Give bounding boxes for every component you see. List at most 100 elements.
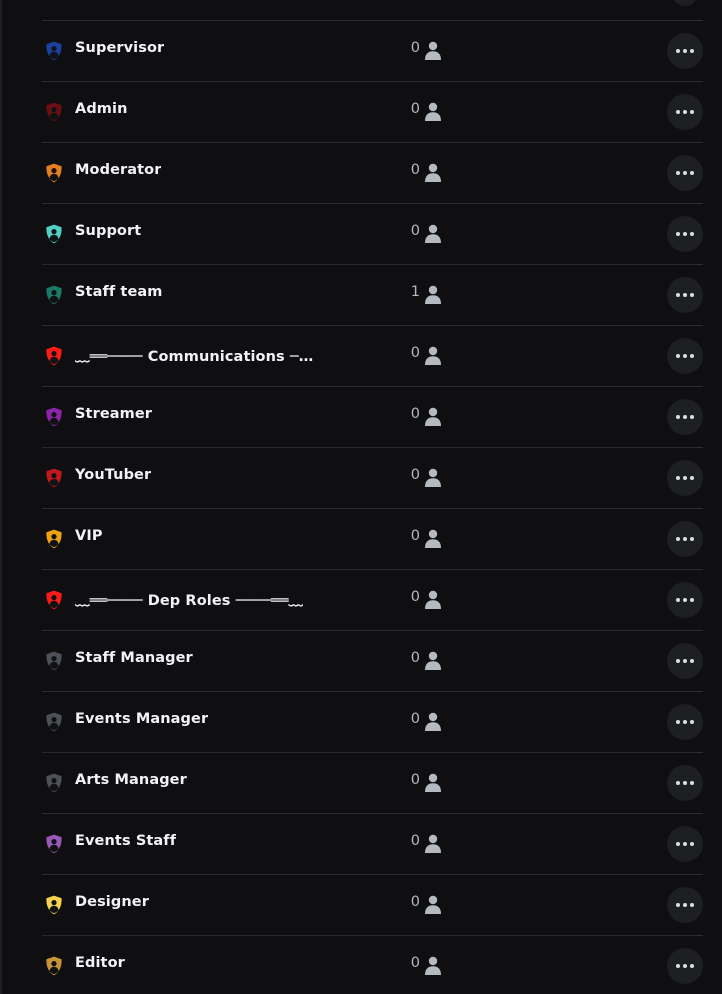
role-member-count: 0 [410, 162, 420, 178]
role-list: Supervisor 0 Admin 0 Moderator 0 Support… [0, 21, 722, 994]
shield-user-icon [46, 712, 62, 732]
shield-user-icon [46, 895, 62, 915]
role-more-options-button[interactable] [667, 826, 703, 862]
person-icon [425, 651, 441, 670]
ellipsis-icon [676, 49, 694, 53]
person-icon [425, 895, 441, 914]
role-row[interactable]: Streamer 0 [42, 387, 703, 448]
role-more-options-button[interactable] [667, 399, 703, 435]
role-name: ﹏══──── Dep Roles ────══﹏ [75, 593, 304, 609]
role-row[interactable]: VIP 0 [42, 509, 703, 570]
ellipsis-icon [676, 415, 694, 419]
role-name: Staff team [75, 284, 163, 300]
shield-user-icon [46, 956, 62, 976]
shield-user-icon [46, 41, 62, 61]
role-more-options-button[interactable] [667, 94, 703, 130]
role-more-options-button[interactable] [667, 582, 703, 618]
shield-user-icon [46, 651, 62, 671]
role-name: Supervisor [75, 40, 165, 56]
person-icon [425, 468, 441, 487]
role-name: Admin [75, 101, 128, 117]
role-row[interactable]: Staff team 1 [42, 265, 703, 326]
ellipsis-icon [676, 598, 694, 602]
role-name: Events Manager [75, 711, 209, 727]
role-name: Support [75, 223, 142, 239]
ellipsis-icon [676, 476, 694, 480]
role-more-options-button[interactable] [667, 33, 703, 69]
person-icon [425, 712, 441, 731]
ellipsis-icon [676, 171, 694, 175]
role-name: ﹏══──── Communications ────══﹏ [75, 349, 315, 365]
role-member-count: 0 [410, 40, 420, 56]
role-more-options-button[interactable] [667, 643, 703, 679]
role-row[interactable]: Events Staff 0 [42, 814, 703, 875]
shield-user-icon [46, 224, 62, 244]
role-row[interactable]: Supervisor 0 [42, 21, 703, 82]
role-more-options-button[interactable] [667, 277, 703, 313]
role-more-options-button[interactable] [667, 948, 703, 984]
role-member-count: 1 [410, 284, 420, 300]
role-more-options-button[interactable] [667, 765, 703, 801]
role-member-count: 0 [410, 955, 420, 971]
ellipsis-icon [676, 964, 694, 968]
role-row[interactable]: YouTuber 0 [42, 448, 703, 509]
person-icon [425, 224, 441, 243]
ellipsis-icon [676, 232, 694, 236]
role-name: Events Staff [75, 833, 177, 849]
person-icon [425, 956, 441, 975]
role-member-count: 0 [410, 223, 420, 239]
role-more-options-button[interactable] [667, 521, 703, 557]
ellipsis-icon [676, 903, 694, 907]
role-name: YouTuber [75, 467, 152, 483]
role-row[interactable]: Admin 0 [42, 82, 703, 143]
role-row[interactable]: Staff Manager 0 [42, 631, 703, 692]
person-icon [425, 529, 441, 548]
role-name: Streamer [75, 406, 153, 422]
role-more-options-button[interactable] [667, 704, 703, 740]
role-row[interactable]: ﹏══──── Dep Roles ────══﹏ 0 [42, 570, 703, 631]
role-row[interactable]: Moderator 0 [42, 143, 703, 204]
role-name: Editor [75, 955, 125, 971]
ellipsis-icon [676, 781, 694, 785]
shield-user-icon [46, 407, 62, 427]
role-row[interactable]: Events Manager 0 [42, 692, 703, 753]
role-member-count: 0 [410, 589, 420, 605]
roles-settings-panel: Supervisor 0 Admin 0 Moderator 0 Support… [0, 0, 722, 994]
role-name: Moderator [75, 162, 162, 178]
ellipsis-icon [676, 354, 694, 358]
shield-user-icon [46, 163, 62, 183]
role-more-options-button[interactable] [667, 155, 703, 191]
person-icon [425, 102, 441, 121]
shield-user-icon [46, 468, 62, 488]
role-more-options-button[interactable] [667, 460, 703, 496]
person-icon [425, 590, 441, 609]
person-icon [425, 41, 441, 60]
shield-user-icon [46, 102, 62, 122]
role-member-count: 0 [410, 833, 420, 849]
role-name: Arts Manager [75, 772, 187, 788]
shield-user-icon [46, 529, 62, 549]
role-row[interactable]: Editor 0 [42, 936, 703, 994]
previous-row-more-button-fragment[interactable] [672, 0, 698, 7]
role-more-options-button[interactable] [667, 887, 703, 923]
person-icon [425, 834, 441, 853]
person-icon [425, 773, 441, 792]
role-row[interactable]: Support 0 [42, 204, 703, 265]
role-more-options-button[interactable] [667, 338, 703, 374]
role-member-count: 0 [410, 528, 420, 544]
ellipsis-icon [676, 659, 694, 663]
role-row[interactable]: Arts Manager 0 [42, 753, 703, 814]
role-member-count: 0 [410, 650, 420, 666]
role-more-options-button[interactable] [667, 216, 703, 252]
role-member-count: 0 [410, 467, 420, 483]
ellipsis-icon [676, 537, 694, 541]
ellipsis-icon [676, 110, 694, 114]
role-row[interactable]: Designer 0 [42, 875, 703, 936]
shield-user-icon [46, 285, 62, 305]
person-icon [425, 285, 441, 304]
role-member-count: 0 [410, 345, 420, 361]
role-name: Designer [75, 894, 149, 910]
role-name: VIP [75, 528, 103, 544]
person-icon [425, 346, 441, 365]
role-row[interactable]: ﹏══──── Communications ────══﹏ 0 [42, 326, 703, 387]
